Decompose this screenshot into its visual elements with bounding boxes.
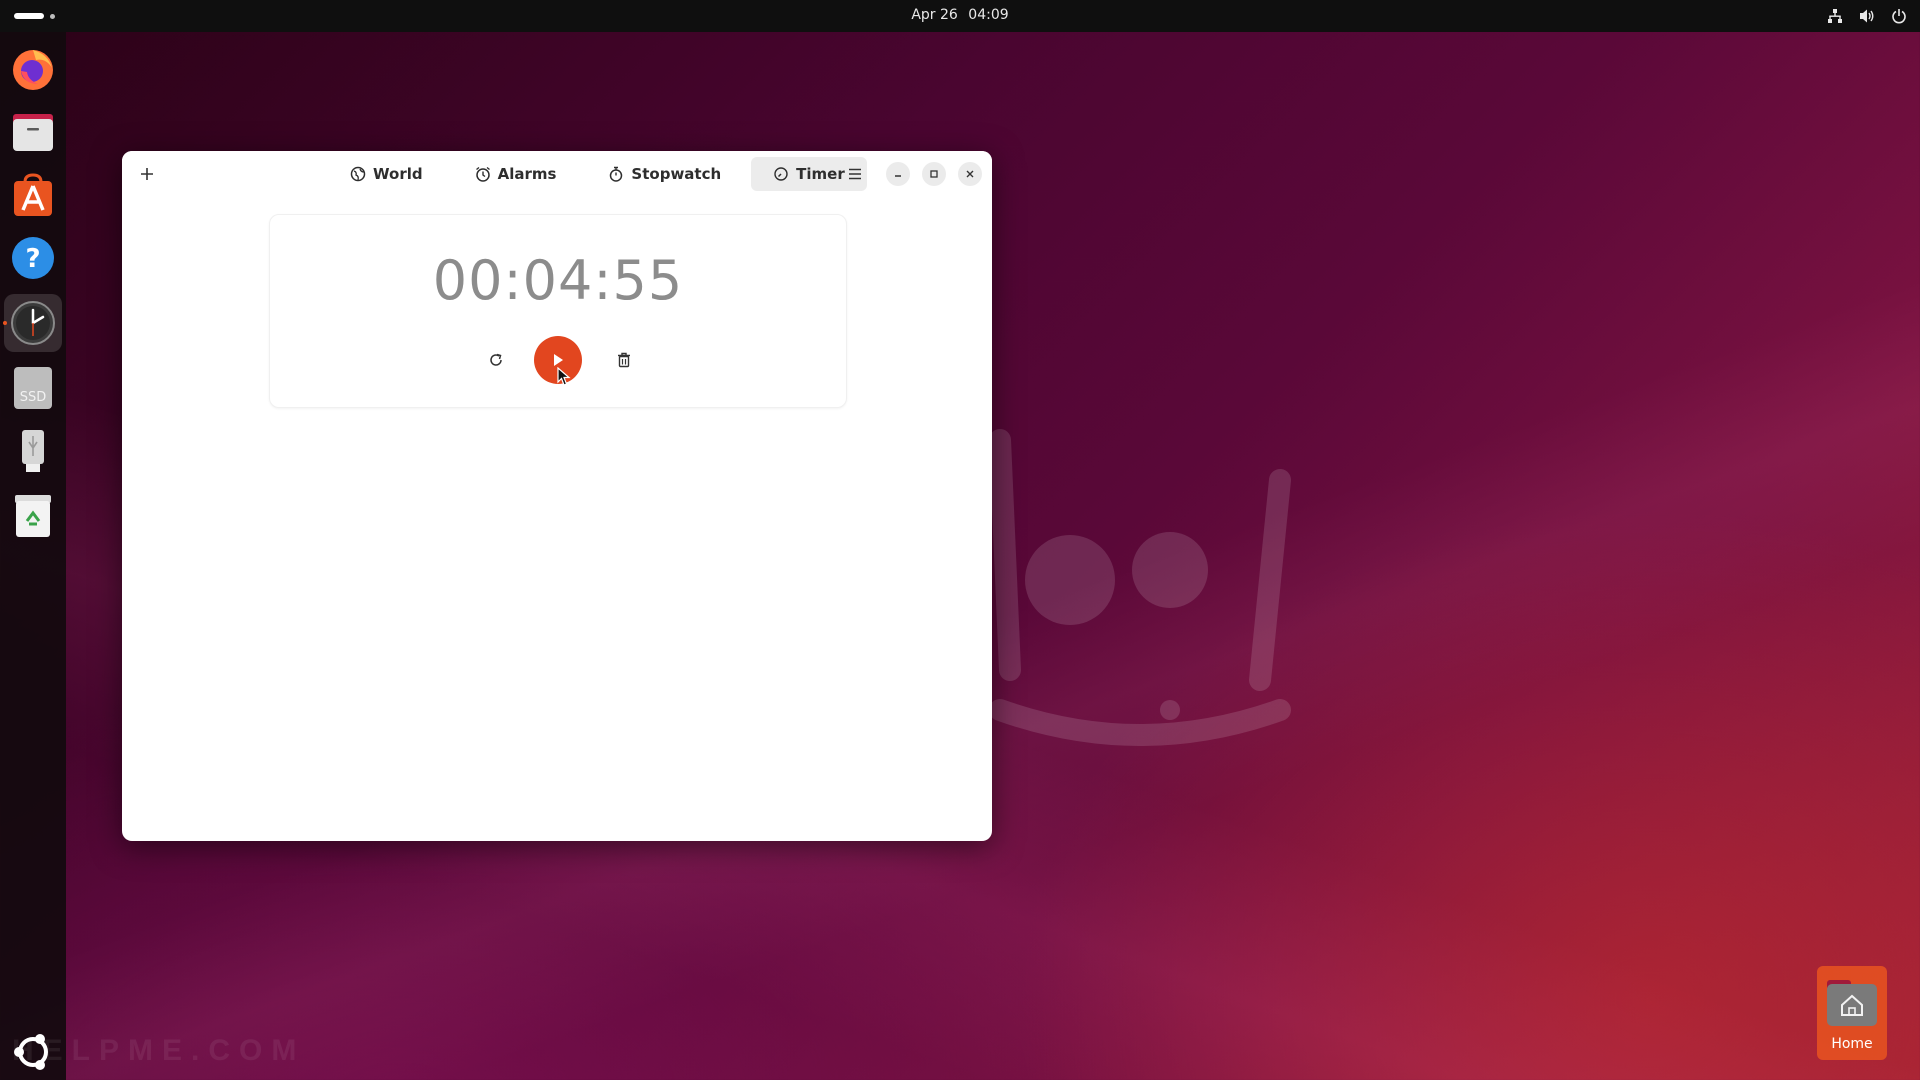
alarm-icon <box>475 166 490 182</box>
files-icon <box>13 114 53 151</box>
home-folder-icon <box>1827 980 1877 1026</box>
delete-button[interactable] <box>608 344 640 376</box>
timer-icon <box>774 167 788 181</box>
help-launcher[interactable]: ? <box>4 229 62 287</box>
home-folder-desktop-icon[interactable]: Home <box>1817 966 1887 1060</box>
running-indicator <box>3 321 7 325</box>
usb-drive-launcher[interactable] <box>4 422 62 480</box>
system-tray[interactable] <box>1826 7 1908 25</box>
svg-text:SSD: SSD <box>20 390 47 405</box>
tab-stopwatch-label: Stopwatch <box>631 165 722 183</box>
plus-icon <box>141 168 153 180</box>
drive-icon: SSD <box>14 367 52 409</box>
timer-countdown: 00:04:55 <box>432 249 684 312</box>
date-time[interactable]: Apr 26 04:09 <box>0 7 1920 23</box>
svg-text:?: ? <box>25 244 40 274</box>
ssd-drive-launcher[interactable]: SSD <box>4 359 62 417</box>
play-icon <box>554 354 563 366</box>
volume-icon[interactable] <box>1858 7 1876 25</box>
tab-timer-label: Timer <box>796 165 845 183</box>
globe-icon <box>350 166 366 182</box>
trash-icon <box>15 495 51 537</box>
dock: ? SSD <box>0 32 66 1080</box>
stopwatch-icon <box>610 166 623 182</box>
header-bar: World Alarms Stopwatch Timer <box>122 151 992 197</box>
top-bar: Apr 26 04:09 <box>0 0 1920 32</box>
hamburger-menu-icon <box>849 168 861 180</box>
close-icon <box>966 170 974 178</box>
tab-stopwatch[interactable]: Stopwatch <box>586 157 743 191</box>
reset-icon <box>490 353 502 366</box>
app-center-icon <box>14 173 52 216</box>
time-text: 04:09 <box>968 7 1009 23</box>
minimize-button[interactable] <box>886 162 910 186</box>
window-controls <box>840 159 982 189</box>
clock-icon <box>11 301 55 345</box>
tab-world[interactable]: World <box>328 157 445 191</box>
close-button[interactable] <box>958 162 982 186</box>
mouse-pointer-icon <box>557 367 571 386</box>
tab-alarms-label: Alarms <box>497 165 557 183</box>
tab-alarms[interactable]: Alarms <box>453 157 579 191</box>
maximize-button[interactable] <box>922 162 946 186</box>
app-center-launcher[interactable] <box>4 166 62 224</box>
reset-button[interactable] <box>480 344 512 376</box>
power-icon[interactable] <box>1890 7 1908 25</box>
tab-world-label: World <box>373 165 423 183</box>
files-launcher[interactable] <box>4 103 62 161</box>
firefox-icon <box>13 50 53 90</box>
minimize-icon <box>895 175 901 177</box>
add-timer-button[interactable] <box>132 159 162 189</box>
date-text: Apr 26 <box>911 7 958 23</box>
home-folder-label: Home <box>1831 1036 1873 1052</box>
trash-icon <box>618 352 630 368</box>
clocks-window: World Alarms Stopwatch Timer 00:04:55 <box>122 151 992 841</box>
main-menu-button[interactable] <box>840 159 870 189</box>
maximize-icon <box>930 170 938 178</box>
clocks-launcher[interactable] <box>3 294 62 352</box>
usb-icon <box>22 430 44 472</box>
trash-launcher[interactable] <box>4 487 62 545</box>
watermark-text: HELPME.COM <box>12 1034 306 1067</box>
wallpaper-logo <box>989 429 1291 746</box>
firefox-launcher[interactable] <box>4 40 62 98</box>
help-icon: ? <box>12 237 54 279</box>
network-icon[interactable] <box>1826 7 1844 25</box>
view-switcher: World Alarms Stopwatch Timer <box>328 157 867 191</box>
